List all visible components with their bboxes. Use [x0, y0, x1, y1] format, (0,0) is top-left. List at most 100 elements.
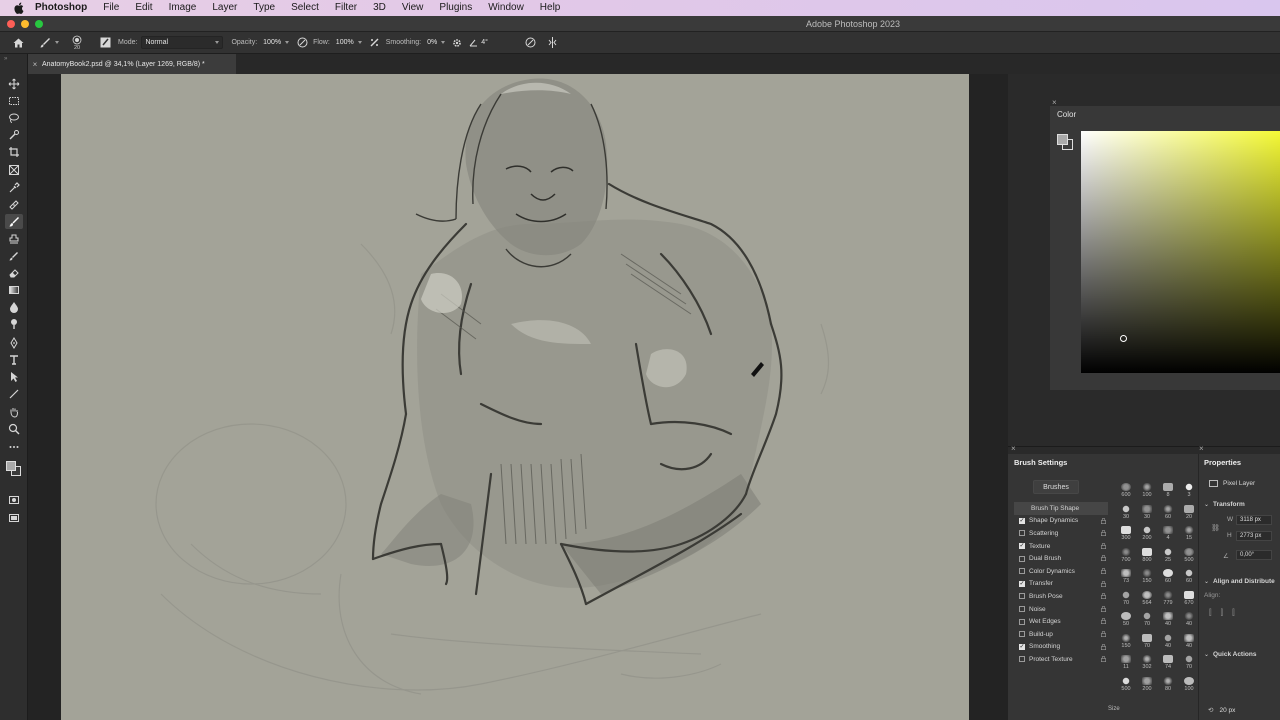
airbrush-icon[interactable] [364, 34, 386, 52]
brush-option-checkbox[interactable] [1019, 618, 1025, 625]
brush-tip-preset[interactable]: 150 [1116, 633, 1136, 654]
brush-tip-preset[interactable]: 100 [1179, 676, 1199, 697]
brush-option-checkbox[interactable] [1019, 656, 1025, 663]
brush-tip-preset[interactable]: 150 [1137, 568, 1157, 589]
screen-mode-icon[interactable] [5, 510, 23, 525]
apple-icon[interactable] [12, 2, 25, 15]
brush-tip-preset[interactable]: 779 [1158, 590, 1178, 611]
brush-tip-preset[interactable]: 25 [1158, 547, 1178, 568]
brush-tip-preset[interactable]: 100 [1137, 482, 1157, 503]
menu-help[interactable]: Help [532, 0, 569, 16]
brush-tip-preset[interactable]: 40 [1158, 633, 1178, 654]
brush-tip-preset[interactable]: 70 [1137, 611, 1157, 632]
brush-tip-preset[interactable]: 60 [1158, 504, 1178, 525]
brush-option-checkbox[interactable] [1019, 568, 1025, 575]
lock-icon[interactable] [1101, 530, 1107, 537]
foreground-color-swatch[interactable] [1057, 134, 1068, 145]
reset-icon[interactable]: ⟲ [1208, 706, 1213, 714]
brush-tip-preset[interactable]: 200 [1137, 676, 1157, 697]
type-icon[interactable] [5, 352, 23, 367]
brush-option-checkbox[interactable]: ✓ [1019, 517, 1025, 524]
brush-tip-preset[interactable]: 564 [1137, 590, 1157, 611]
pressure-opacity-icon[interactable] [291, 34, 313, 52]
close-tab-icon[interactable]: × [28, 60, 42, 69]
menu-type[interactable]: Type [245, 0, 283, 16]
path-select-icon[interactable] [5, 369, 23, 384]
chevron-down-icon[interactable]: ⌄ [1204, 578, 1209, 585]
lock-icon[interactable] [1101, 630, 1107, 637]
dodge-icon[interactable] [5, 316, 23, 331]
fg-bg-swatches[interactable] [1057, 134, 1075, 152]
brushes-button[interactable]: Brushes [1033, 480, 1079, 494]
brush-option-checkbox[interactable] [1019, 530, 1025, 537]
hand-icon[interactable] [5, 404, 23, 419]
marquee-icon[interactable] [5, 93, 23, 108]
height-field[interactable]: 2773 px [1236, 531, 1272, 541]
color-picker-field[interactable] [1081, 131, 1280, 373]
menu-3d[interactable]: 3D [365, 0, 394, 16]
angle-field[interactable]: 0,00° [1236, 550, 1272, 560]
lock-icon[interactable] [1101, 567, 1107, 574]
brush-tip-preset[interactable]: 20 [1179, 504, 1199, 525]
brush-tip-preset[interactable]: 60 [1158, 568, 1178, 589]
menu-image[interactable]: Image [161, 0, 205, 16]
brush-tip-preset[interactable]: 300 [1116, 525, 1136, 546]
brush-option-row[interactable]: ✓ Transfer [1014, 578, 1108, 591]
brush-icon[interactable] [5, 214, 23, 229]
eraser-icon[interactable] [5, 265, 23, 280]
quick-select-icon[interactable] [5, 127, 23, 142]
brush-size-readout[interactable]: ⟲ 20 px [1208, 704, 1268, 716]
lock-icon[interactable] [1101, 580, 1107, 587]
brush-option-row[interactable]: ✓ Texture [1014, 540, 1108, 553]
quick-mask-icon[interactable] [5, 492, 23, 507]
brush-tip-preset[interactable]: 70 [1179, 654, 1199, 675]
brush-tip-preset[interactable]: 15 [1179, 525, 1199, 546]
link-icon[interactable]: ⛓ [1211, 524, 1220, 532]
brush-option-checkbox[interactable] [1019, 593, 1025, 600]
brush-tip-preset[interactable]: 50 [1116, 611, 1136, 632]
menu-file[interactable]: File [95, 0, 127, 16]
pressure-size-icon[interactable] [519, 34, 541, 52]
brush-option-row[interactable]: Build-up [1014, 628, 1108, 641]
menu-edit[interactable]: Edit [127, 0, 160, 16]
brush-tip-preset[interactable]: 30 [1137, 504, 1157, 525]
quick-actions-label[interactable]: Quick Actions [1213, 651, 1256, 658]
width-field[interactable]: 3118 px [1236, 515, 1272, 525]
brush-tip-preset[interactable]: 800 [1137, 547, 1157, 568]
brush-option-checkbox[interactable]: ✓ [1019, 543, 1025, 550]
close-icon[interactable]: × [1199, 444, 1204, 453]
chevron-down-icon[interactable]: ⌄ [1204, 651, 1209, 658]
menu-layer[interactable]: Layer [204, 0, 245, 16]
align-buttons-icon[interactable]: ⫿⫿⫿ [1209, 608, 1244, 618]
brush-tip-preset[interactable]: 700 [1116, 547, 1136, 568]
symmetry-icon[interactable] [541, 34, 563, 52]
brush-option-checkbox[interactable] [1019, 606, 1025, 613]
brush-tip-preset[interactable]: 500 [1116, 676, 1136, 697]
brush-tip-preset[interactable]: 600 [1116, 482, 1136, 503]
brush-option-row[interactable]: Scattering [1014, 527, 1108, 540]
brush-option-checkbox[interactable]: ✓ [1019, 580, 1025, 587]
menu-select[interactable]: Select [283, 0, 327, 16]
menu-window[interactable]: Window [480, 0, 532, 16]
home-icon[interactable] [0, 34, 36, 52]
brush-tip-preset[interactable]: 30 [1116, 504, 1136, 525]
brush-option-row[interactable]: ✓ Shape Dynamics [1014, 515, 1108, 528]
healing-icon[interactable] [5, 197, 23, 212]
smoothing-field[interactable]: 0% [425, 36, 447, 49]
brush-tip-preset[interactable]: 8 [1158, 482, 1178, 503]
close-icon[interactable]: × [1011, 444, 1016, 453]
tool-color-swatches[interactable] [5, 458, 23, 478]
brush-option-row[interactable]: Protect Texture [1014, 653, 1108, 666]
brush-option-row[interactable]: Dual Brush [1014, 552, 1108, 565]
brush-option-row[interactable]: Noise [1014, 603, 1108, 616]
align-section-label[interactable]: Align and Distribute [1213, 578, 1275, 585]
gear-icon[interactable] [447, 34, 467, 52]
brush-option-checkbox[interactable] [1019, 555, 1025, 562]
move-icon[interactable] [5, 76, 23, 91]
transform-section-label[interactable]: Transform [1213, 501, 1245, 508]
menu-filter[interactable]: Filter [327, 0, 365, 16]
zoom-icon[interactable] [5, 421, 23, 436]
drawing-canvas[interactable] [61, 74, 969, 720]
brush-settings-toggle-icon[interactable] [92, 34, 118, 52]
menu-app-name[interactable]: Photoshop [35, 0, 95, 16]
